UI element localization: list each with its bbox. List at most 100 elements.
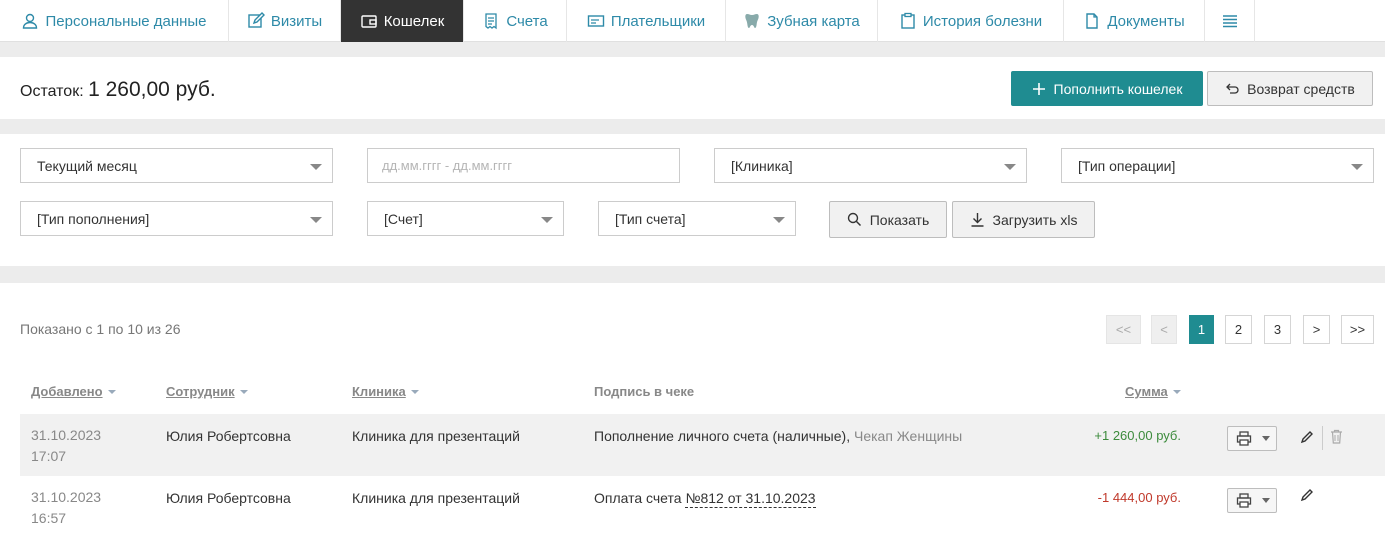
- row-time: 17:07: [31, 448, 67, 464]
- pagination-prev[interactable]: <: [1151, 315, 1177, 344]
- row-clinic: Клиника для презентаций: [352, 490, 520, 506]
- document-icon: [1083, 12, 1101, 30]
- download-xls-button[interactable]: Загрузить xls: [952, 201, 1095, 238]
- wallet-icon: [360, 12, 378, 30]
- row-date: 31.10.2023: [31, 489, 102, 505]
- tab-label: Документы: [1107, 12, 1185, 30]
- sort-icon: [1172, 389, 1181, 394]
- pagination-page-2[interactable]: 2: [1225, 315, 1252, 344]
- tab-invoices[interactable]: Счета: [464, 0, 567, 42]
- search-icon: [847, 212, 862, 227]
- edit-icon[interactable]: [1300, 488, 1316, 504]
- account-type-select[interactable]: [Тип счета]: [598, 201, 796, 236]
- balance-value: 1 260,00 руб.: [88, 78, 216, 101]
- chevron-down-icon: [310, 217, 322, 223]
- plus-icon: [1032, 82, 1046, 96]
- period-value: Текущий месяц: [37, 157, 137, 174]
- tab-personal-data[interactable]: Персональные данные: [0, 0, 229, 42]
- row-sum: -1 444,00 руб.: [1097, 490, 1181, 505]
- topup-label: Пополнить кошелек: [1053, 80, 1183, 97]
- table-row: 31.10.2023 17:07 Юлия Робертсовна Клиник…: [20, 414, 1385, 476]
- download-icon: [970, 212, 985, 227]
- column-added[interactable]: Добавлено: [31, 384, 116, 399]
- pagination-first[interactable]: <<: [1106, 315, 1141, 344]
- pagination-last[interactable]: >>: [1341, 315, 1374, 344]
- row-datetime: 31.10.2023 17:07: [31, 425, 101, 467]
- pagination-page-3[interactable]: 3: [1264, 315, 1291, 344]
- tab-dental-chart[interactable]: Зубная карта: [726, 0, 878, 42]
- chevron-down-icon: [1262, 498, 1270, 503]
- row-receipt-main: Пополнение личного счета (наличные),: [594, 428, 851, 444]
- sort-icon: [410, 389, 419, 394]
- column-employee-label: Сотрудник: [166, 384, 235, 399]
- tab-bar: Персональные данные Визиты Кошелек Счета…: [0, 0, 1385, 42]
- column-receipt-text-label: Подпись в чеке: [594, 384, 695, 399]
- tab-more[interactable]: [1205, 0, 1255, 42]
- sort-icon: [239, 389, 248, 394]
- topup-type-select[interactable]: [Тип пополнения]: [20, 201, 333, 236]
- row-date: 31.10.2023: [31, 427, 102, 443]
- records-summary: Показано с 1 по 10 из 26: [20, 321, 181, 337]
- tab-label: Счета: [506, 12, 548, 30]
- tab-visits[interactable]: Визиты: [229, 0, 341, 42]
- date-range-placeholder: дд.мм.гггг - дд.мм.гггг: [382, 158, 513, 173]
- tab-label: Кошелек: [383, 12, 445, 30]
- tab-wallet[interactable]: Кошелек: [341, 0, 464, 42]
- refund-button[interactable]: Возврат средств: [1207, 71, 1373, 106]
- column-employee[interactable]: Сотрудник: [166, 384, 248, 399]
- balance-display: Остаток: 1 260,00 руб.: [20, 78, 216, 102]
- chevron-down-icon: [1351, 164, 1363, 170]
- column-clinic[interactable]: Клиника: [352, 384, 419, 399]
- invoice-link[interactable]: №812 от 31.10.2023: [685, 490, 816, 508]
- chevron-down-icon: [773, 217, 785, 223]
- chevron-down-icon: [541, 217, 553, 223]
- column-sum[interactable]: Сумма: [1125, 384, 1181, 399]
- clinic-value: [Клиника]: [731, 157, 793, 174]
- date-range-input[interactable]: дд.мм.гггг - дд.мм.гггг: [367, 148, 680, 183]
- pagination-page-1[interactable]: 1: [1189, 315, 1214, 344]
- refund-icon: [1225, 82, 1239, 96]
- operation-type-select[interactable]: [Тип операции]: [1061, 148, 1374, 183]
- clinic-select[interactable]: [Клиника]: [714, 148, 1027, 183]
- column-added-label: Добавлено: [31, 384, 103, 399]
- sort-icon: [107, 389, 116, 394]
- show-label: Показать: [869, 211, 930, 228]
- trash-icon[interactable]: [1330, 429, 1346, 445]
- column-clinic-label: Клиника: [352, 384, 406, 399]
- user-icon: [21, 12, 39, 30]
- row-employee: Юлия Робертсовна: [166, 428, 291, 444]
- download-label: Загрузить xls: [992, 211, 1078, 228]
- tab-payers[interactable]: Плательщики: [567, 0, 726, 42]
- account-select[interactable]: [Счет]: [367, 201, 564, 236]
- clipboard-icon: [899, 12, 917, 30]
- tab-documents[interactable]: Документы: [1064, 0, 1205, 42]
- chevron-down-icon: [1004, 164, 1016, 170]
- row-employee: Юлия Робертсовна: [166, 490, 291, 506]
- print-dropdown-button[interactable]: [1227, 426, 1277, 451]
- row-sum: +1 260,00 руб.: [1094, 428, 1181, 443]
- topup-wallet-button[interactable]: Пополнить кошелек: [1011, 71, 1203, 106]
- row-receipt-main: Оплата счета: [594, 490, 682, 506]
- tab-label: История болезни: [922, 12, 1043, 30]
- row-time: 16:57: [31, 510, 67, 526]
- pagination-next[interactable]: >: [1303, 315, 1330, 344]
- menu-icon: [1221, 12, 1239, 30]
- operation-type-value: [Тип операции]: [1078, 157, 1176, 174]
- show-button[interactable]: Показать: [829, 201, 947, 238]
- tooth-icon: [743, 12, 761, 30]
- row-datetime: 31.10.2023 16:57: [31, 487, 101, 529]
- tab-label: Плательщики: [610, 12, 706, 30]
- printer-icon: [1236, 493, 1252, 508]
- receipt-icon: [482, 12, 500, 30]
- period-select[interactable]: Текущий месяц: [20, 148, 333, 183]
- edit-icon[interactable]: [1300, 430, 1316, 446]
- print-dropdown-button[interactable]: [1227, 488, 1277, 513]
- tab-label: Зубная карта: [767, 12, 860, 30]
- edit-icon: [247, 12, 265, 30]
- card-icon: [587, 12, 605, 30]
- account-value: [Счет]: [384, 210, 423, 227]
- chevron-down-icon: [310, 164, 322, 170]
- row-receipt-text: Пополнение личного счета (наличные), Чек…: [594, 428, 962, 444]
- tab-medical-history[interactable]: История болезни: [878, 0, 1064, 42]
- row-receipt-text: Оплата счета №812 от 31.10.2023: [594, 490, 816, 508]
